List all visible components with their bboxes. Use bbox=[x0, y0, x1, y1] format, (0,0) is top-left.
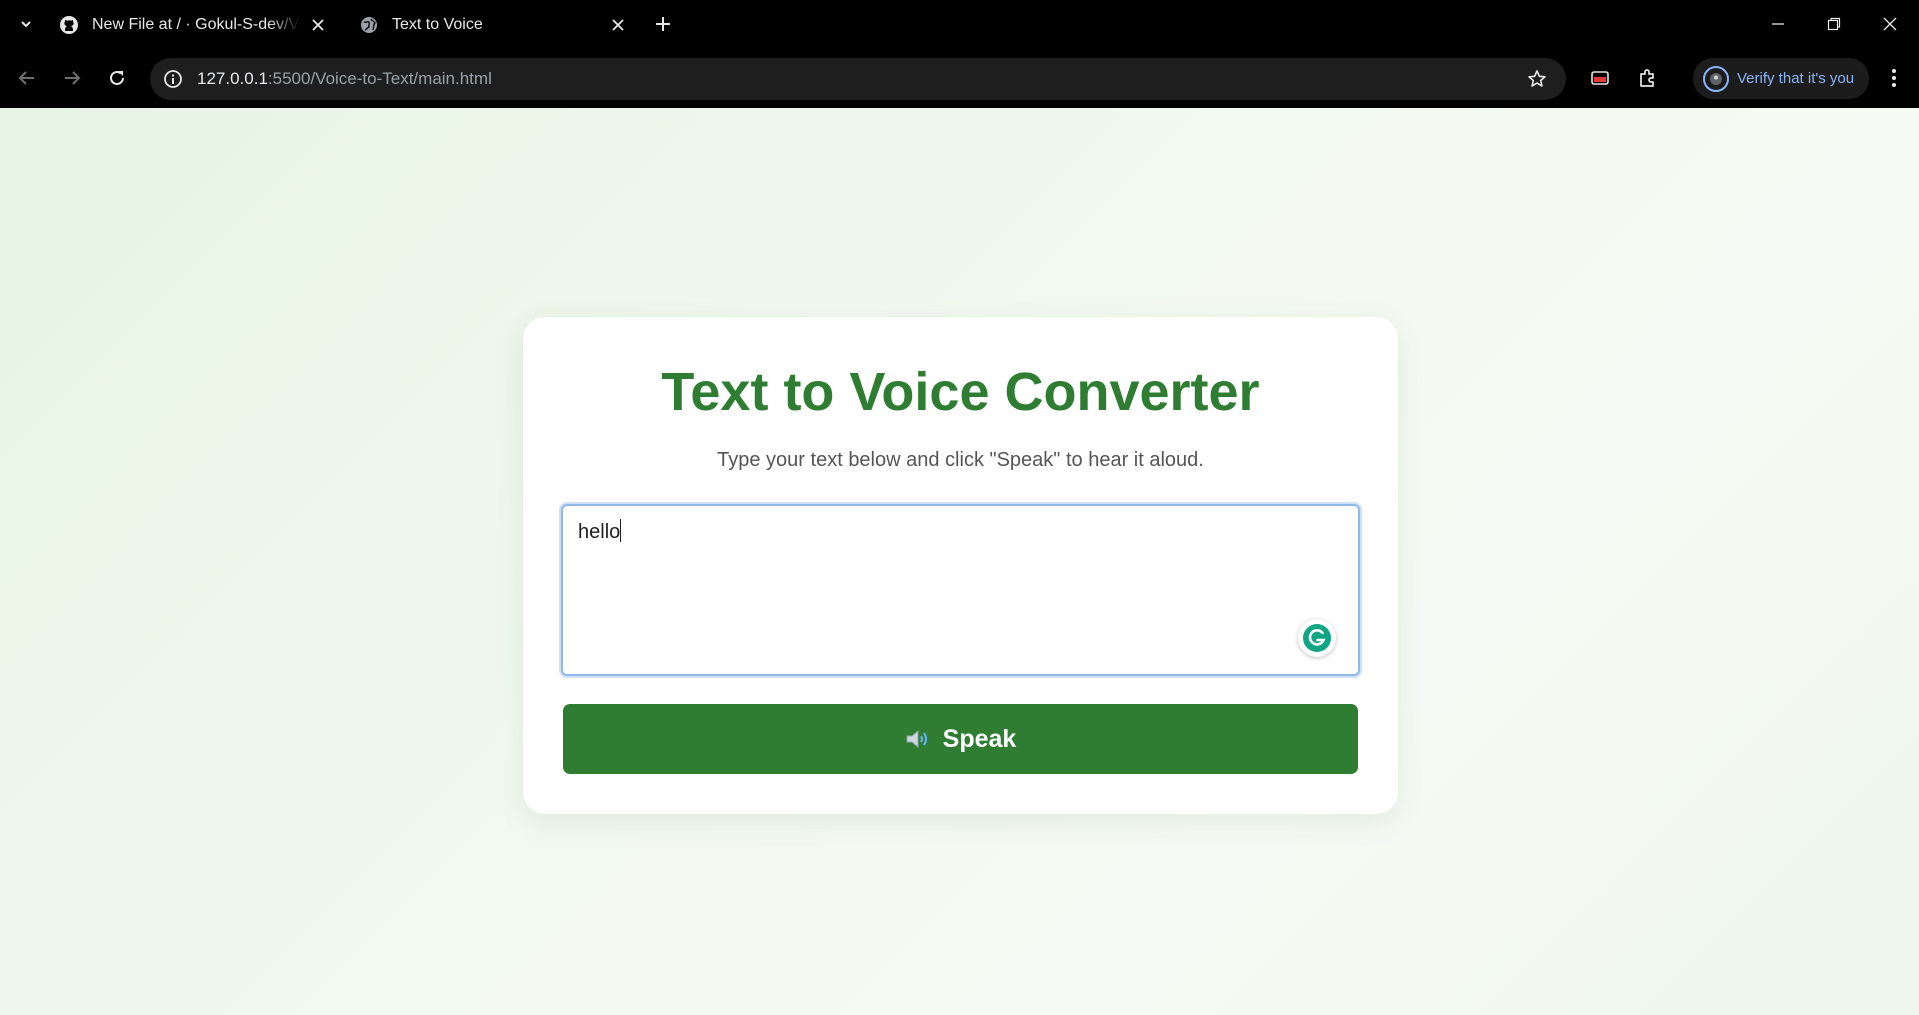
forward-button[interactable] bbox=[57, 63, 87, 93]
text-input-value: hello bbox=[578, 519, 622, 544]
close-icon bbox=[1883, 17, 1897, 31]
new-tab-button[interactable] bbox=[650, 11, 676, 37]
speaker-icon bbox=[905, 728, 931, 750]
grammarly-icon[interactable] bbox=[1298, 619, 1336, 657]
reload-icon bbox=[110, 70, 124, 85]
browser-menu-button[interactable] bbox=[1880, 63, 1908, 93]
tab-search-button[interactable] bbox=[12, 10, 40, 38]
close-tab-icon[interactable] bbox=[306, 13, 330, 37]
site-info-icon[interactable] bbox=[161, 67, 185, 91]
bookmark-star-icon[interactable] bbox=[1525, 67, 1549, 91]
puzzle-icon bbox=[1640, 69, 1654, 87]
browser-toolbar: 127.0.0.1:5500/Voice-to-Text/main.html V… bbox=[0, 49, 1919, 108]
url-path: :5500/Voice-to-Text/main.html bbox=[267, 69, 492, 88]
tab-github[interactable]: New File at / · Gokul-S-dev/Voice-to-Tex… bbox=[58, 6, 330, 43]
minimize-button[interactable] bbox=[1758, 8, 1798, 40]
reload-button[interactable] bbox=[102, 63, 132, 93]
page-title: Text to Voice Converter bbox=[661, 362, 1260, 422]
cast-extension-button[interactable] bbox=[1585, 63, 1615, 93]
url-host: 127.0.0.1 bbox=[197, 69, 268, 88]
tab-text-to-voice[interactable]: Text to Voice bbox=[358, 6, 630, 43]
restore-button[interactable] bbox=[1814, 8, 1854, 40]
plus-icon bbox=[656, 17, 670, 31]
restore-icon bbox=[1827, 17, 1841, 31]
speak-button[interactable]: Speak bbox=[563, 704, 1358, 774]
browser-tab-strip: New File at / · Gokul-S-dev/Voice-to-Tex… bbox=[0, 0, 1919, 49]
globe-icon bbox=[358, 14, 380, 36]
tab-title: Text to Voice bbox=[392, 15, 483, 33]
page-viewport: Text to Voice Converter Type your text b… bbox=[0, 108, 1919, 1015]
github-icon bbox=[58, 14, 80, 36]
arrow-left-icon bbox=[18, 71, 34, 85]
back-button[interactable] bbox=[12, 63, 42, 93]
extensions-button[interactable] bbox=[1632, 63, 1662, 93]
address-bar[interactable]: 127.0.0.1:5500/Voice-to-Text/main.html bbox=[150, 58, 1566, 100]
converter-card: Text to Voice Converter Type your text b… bbox=[523, 317, 1398, 814]
text-cursor bbox=[620, 519, 622, 542]
url-text: 127.0.0.1:5500/Voice-to-Text/main.html bbox=[197, 69, 492, 89]
cast-icon bbox=[1591, 71, 1609, 85]
chevron-down-icon bbox=[21, 21, 31, 28]
close-window-button[interactable] bbox=[1870, 8, 1910, 40]
profile-label: Verify that it's you bbox=[1737, 70, 1855, 87]
speak-button-label: Speak bbox=[942, 724, 1017, 753]
profile-verify-button[interactable]: Verify that it's you bbox=[1693, 58, 1869, 99]
page-subtitle: Type your text below and click "Speak" t… bbox=[717, 449, 1204, 471]
close-tab-icon[interactable] bbox=[606, 13, 630, 37]
minimize-icon bbox=[1772, 23, 1784, 25]
text-input-text: hello bbox=[578, 521, 621, 543]
more-vertical-icon bbox=[1892, 69, 1896, 87]
arrow-right-icon bbox=[65, 71, 81, 85]
tab-title: New File at / · Gokul-S-dev/Voice-to-Tex… bbox=[92, 15, 300, 33]
profile-avatar-icon bbox=[1703, 65, 1729, 92]
text-input-area[interactable]: hello bbox=[561, 504, 1360, 676]
